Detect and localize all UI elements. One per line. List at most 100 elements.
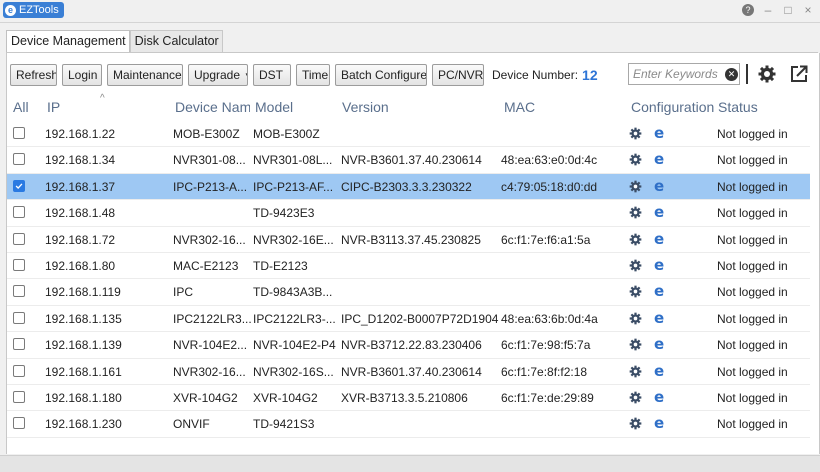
- maximize-button[interactable]: □: [782, 2, 794, 18]
- web-browser-icon[interactable]: e: [654, 388, 664, 406]
- web-browser-icon[interactable]: e: [654, 150, 664, 168]
- config-gear-icon[interactable]: [629, 338, 642, 351]
- row-checkbox[interactable]: [13, 364, 25, 377]
- table-row[interactable]: 192.168.1.119 IPC TD-9843A3B... e Not logged…: [7, 279, 810, 306]
- row-checkbox[interactable]: [13, 127, 25, 139]
- row-checkbox[interactable]: [13, 311, 25, 324]
- row-checkbox[interactable]: [13, 390, 25, 403]
- cell-version: NVR-B3601.37.40.230614: [341, 364, 482, 379]
- config-gear-icon[interactable]: [629, 127, 642, 140]
- web-browser-icon[interactable]: e: [654, 230, 664, 248]
- config-gear-icon[interactable]: [629, 285, 642, 298]
- table-row[interactable]: 192.168.1.135 IPC2122LR3... IPC2122LR3-...…: [7, 306, 810, 333]
- cell-version: NVR-B3712.22.83.230406: [341, 338, 482, 353]
- settings-gear-icon[interactable]: [757, 64, 777, 84]
- column-device-name[interactable]: Device Name: [175, 99, 250, 115]
- maintenance-button[interactable]: Maintenance: [107, 64, 183, 86]
- web-browser-icon[interactable]: e: [654, 203, 664, 221]
- table-row[interactable]: 192.168.1.34 NVR301-08... NVR301-08L... NVR…: [7, 147, 810, 174]
- web-browser-icon[interactable]: e: [654, 414, 664, 432]
- web-browser-icon[interactable]: e: [654, 335, 664, 353]
- column-model[interactable]: Model: [255, 99, 293, 115]
- export-icon[interactable]: [789, 64, 809, 84]
- cell-mac: 6c:f1:7e:de:29:89: [501, 390, 594, 405]
- config-gear-icon[interactable]: [629, 365, 642, 378]
- config-gear-icon[interactable]: [629, 233, 642, 246]
- row-checkbox[interactable]: [13, 258, 25, 271]
- column-version[interactable]: Version: [342, 99, 389, 115]
- dst-button[interactable]: DST: [253, 64, 291, 86]
- row-checkbox[interactable]: [13, 179, 25, 192]
- config-gear-icon[interactable]: [629, 391, 642, 404]
- pc-nvr-button[interactable]: PC/NVR: [432, 64, 484, 86]
- table-row[interactable]: 192.168.1.80 MAC-E2123 TD-E2123 e Not logged…: [7, 253, 810, 280]
- tab-device-management[interactable]: Device Management: [6, 30, 130, 53]
- table-row[interactable]: 192.168.1.48 TD-9423E3 e Not logged in: [7, 200, 810, 227]
- device-table: 192.168.1.22 MOB-E300Z MOB-E300Z e Not logge…: [7, 121, 810, 438]
- web-browser-icon[interactable]: e: [654, 282, 664, 300]
- table-row[interactable]: 192.168.1.139 NVR-104E2... NVR-104E2-P4 NVR…: [7, 332, 810, 359]
- column-all[interactable]: All: [13, 99, 29, 115]
- help-icon[interactable]: ?: [742, 4, 754, 16]
- tab-disk-calculator[interactable]: Disk Calculator: [129, 30, 223, 53]
- web-browser-icon[interactable]: e: [654, 362, 664, 380]
- tab-bar: Device Management Disk Calculator: [6, 30, 223, 53]
- web-browser-icon[interactable]: e: [654, 256, 664, 274]
- config-gear-icon[interactable]: [629, 417, 642, 430]
- table-row[interactable]: 192.168.1.161 NVR302-16... NVR302-16S... NV…: [7, 359, 810, 385]
- column-configuration[interactable]: Configuration: [631, 99, 714, 115]
- clear-icon[interactable]: ✕: [725, 67, 738, 81]
- batch-configure-button[interactable]: Batch Configure: [335, 64, 427, 86]
- upgrade-dropdown[interactable]: Upgrade ▼: [188, 64, 248, 86]
- cell-status: Not logged in: [717, 258, 788, 273]
- cell-ip: 192.168.1.139: [45, 338, 122, 353]
- cell-version: IPC_D1202-B0007P72D1904: [341, 311, 499, 326]
- close-button[interactable]: ×: [802, 2, 814, 18]
- cell-version: NVR-B3113.37.45.230825: [341, 232, 481, 247]
- cell-status: Not logged in: [717, 179, 788, 194]
- cell-device-name: NVR302-16...: [173, 364, 246, 379]
- cell-status: Not logged in: [717, 285, 788, 300]
- row-checkbox[interactable]: [13, 232, 25, 245]
- table-row[interactable]: 192.168.1.180 XVR-104G2 XVR-104G2 XVR-B3713…: [7, 385, 810, 412]
- cell-device-name: MAC-E2123: [173, 258, 239, 273]
- cell-model: TD-9843A3B...: [253, 285, 333, 300]
- table-row[interactable]: 192.168.1.72 NVR302-16... NVR302-16E... NVR…: [7, 227, 810, 253]
- table-row[interactable]: 192.168.1.230 ONVIF TD-9421S3 e Not logged i…: [7, 411, 810, 438]
- cell-model: IPC-P213-AF...: [253, 179, 334, 194]
- cell-model: NVR302-16E...: [253, 232, 334, 247]
- row-checkbox[interactable]: [13, 285, 25, 298]
- app-badge: e EZTools: [3, 2, 64, 18]
- search-input[interactable]: [629, 66, 723, 82]
- cell-model: NVR301-08L...: [253, 153, 333, 168]
- time-button[interactable]: Time: [296, 64, 330, 86]
- web-browser-icon[interactable]: e: [654, 177, 664, 195]
- cell-ip: 192.168.1.230: [45, 417, 122, 432]
- login-button[interactable]: Login: [62, 64, 102, 86]
- config-gear-icon[interactable]: [629, 180, 642, 193]
- refresh-button[interactable]: Refresh: [10, 64, 57, 86]
- minimize-button[interactable]: –: [762, 2, 774, 18]
- cell-ip: 192.168.1.72: [45, 232, 116, 247]
- config-gear-icon[interactable]: [629, 312, 642, 325]
- column-mac[interactable]: MAC: [504, 99, 535, 115]
- device-number-value: 12: [582, 67, 598, 83]
- config-gear-icon[interactable]: [629, 206, 642, 219]
- config-gear-icon[interactable]: [629, 259, 642, 272]
- table-row[interactable]: 192.168.1.22 MOB-E300Z MOB-E300Z e Not logge…: [7, 121, 810, 148]
- web-browser-icon[interactable]: e: [654, 124, 664, 142]
- search-box[interactable]: ✕: [628, 63, 740, 85]
- cell-mac: c4:79:05:18:d0:dd: [501, 179, 598, 194]
- row-checkbox[interactable]: [13, 338, 25, 351]
- config-gear-icon[interactable]: [629, 153, 642, 166]
- cell-model: TD-E2123: [253, 258, 308, 273]
- column-status[interactable]: Status: [718, 99, 758, 115]
- table-row[interactable]: 192.168.1.37 IPC-P213-A... IPC-P213-AF... C…: [7, 173, 810, 201]
- column-ip[interactable]: IP: [47, 99, 60, 115]
- row-checkbox[interactable]: [13, 417, 25, 430]
- cell-ip: 192.168.1.48: [45, 206, 116, 221]
- web-browser-icon[interactable]: e: [654, 309, 664, 327]
- row-checkbox[interactable]: [13, 153, 25, 166]
- row-checkbox[interactable]: [13, 206, 25, 219]
- cell-device-name: NVR-104E2...: [173, 338, 248, 353]
